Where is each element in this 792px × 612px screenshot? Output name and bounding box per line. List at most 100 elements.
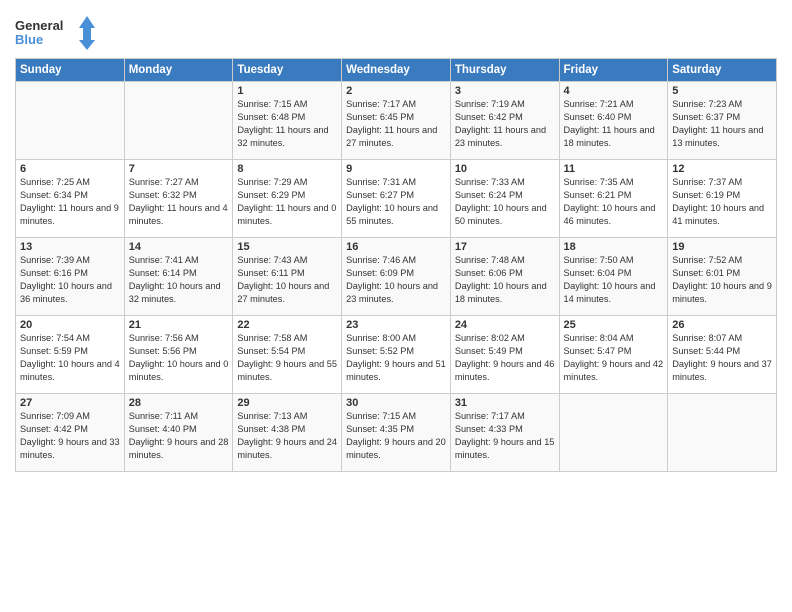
day-number: 20 [20,319,120,331]
header-cell-thursday: Thursday [450,59,559,82]
day-info: Sunrise: 7:52 AM Sunset: 6:01 PM Dayligh… [672,254,772,306]
day-number: 11 [564,163,664,175]
day-cell: 14Sunrise: 7:41 AM Sunset: 6:14 PM Dayli… [124,238,233,316]
day-number: 12 [672,163,772,175]
day-cell: 13Sunrise: 7:39 AM Sunset: 6:16 PM Dayli… [16,238,125,316]
day-number: 8 [237,163,337,175]
day-cell [16,82,125,160]
day-number: 16 [346,241,446,253]
header: General Blue [15,10,777,52]
day-info: Sunrise: 7:09 AM Sunset: 4:42 PM Dayligh… [20,410,120,462]
day-info: Sunrise: 7:41 AM Sunset: 6:14 PM Dayligh… [129,254,229,306]
day-info: Sunrise: 7:58 AM Sunset: 5:54 PM Dayligh… [237,332,337,384]
day-cell: 22Sunrise: 7:58 AM Sunset: 5:54 PM Dayli… [233,316,342,394]
day-number: 10 [455,163,555,175]
logo: General Blue [15,14,95,52]
day-info: Sunrise: 7:17 AM Sunset: 6:45 PM Dayligh… [346,98,446,150]
day-cell: 16Sunrise: 7:46 AM Sunset: 6:09 PM Dayli… [342,238,451,316]
day-number: 14 [129,241,229,253]
day-number: 9 [346,163,446,175]
day-cell: 15Sunrise: 7:43 AM Sunset: 6:11 PM Dayli… [233,238,342,316]
day-cell: 7Sunrise: 7:27 AM Sunset: 6:32 PM Daylig… [124,160,233,238]
day-number: 6 [20,163,120,175]
day-number: 1 [237,85,337,97]
day-number: 27 [20,397,120,409]
day-cell [124,82,233,160]
day-cell: 31Sunrise: 7:17 AM Sunset: 4:33 PM Dayli… [450,394,559,472]
day-info: Sunrise: 7:15 AM Sunset: 6:48 PM Dayligh… [237,98,337,150]
day-number: 31 [455,397,555,409]
header-cell-tuesday: Tuesday [233,59,342,82]
day-number: 30 [346,397,446,409]
day-cell: 28Sunrise: 7:11 AM Sunset: 4:40 PM Dayli… [124,394,233,472]
header-cell-sunday: Sunday [16,59,125,82]
day-number: 23 [346,319,446,331]
day-info: Sunrise: 7:29 AM Sunset: 6:29 PM Dayligh… [237,176,337,228]
header-cell-wednesday: Wednesday [342,59,451,82]
day-info: Sunrise: 7:56 AM Sunset: 5:56 PM Dayligh… [129,332,229,384]
day-info: Sunrise: 7:25 AM Sunset: 6:34 PM Dayligh… [20,176,120,228]
day-info: Sunrise: 7:19 AM Sunset: 6:42 PM Dayligh… [455,98,555,150]
day-number: 28 [129,397,229,409]
day-number: 7 [129,163,229,175]
day-number: 21 [129,319,229,331]
day-info: Sunrise: 7:39 AM Sunset: 6:16 PM Dayligh… [20,254,120,306]
day-info: Sunrise: 7:37 AM Sunset: 6:19 PM Dayligh… [672,176,772,228]
week-row-2: 6Sunrise: 7:25 AM Sunset: 6:34 PM Daylig… [16,160,777,238]
header-cell-monday: Monday [124,59,233,82]
day-info: Sunrise: 7:33 AM Sunset: 6:24 PM Dayligh… [455,176,555,228]
day-cell: 29Sunrise: 7:13 AM Sunset: 4:38 PM Dayli… [233,394,342,472]
calendar-table: SundayMondayTuesdayWednesdayThursdayFrid… [15,58,777,472]
day-cell: 12Sunrise: 7:37 AM Sunset: 6:19 PM Dayli… [668,160,777,238]
page: General Blue SundayMondayTuesdayWednesda… [0,0,792,612]
day-cell: 9Sunrise: 7:31 AM Sunset: 6:27 PM Daylig… [342,160,451,238]
day-number: 3 [455,85,555,97]
day-number: 2 [346,85,446,97]
day-number: 26 [672,319,772,331]
day-cell: 30Sunrise: 7:15 AM Sunset: 4:35 PM Dayli… [342,394,451,472]
day-cell [668,394,777,472]
day-info: Sunrise: 7:13 AM Sunset: 4:38 PM Dayligh… [237,410,337,462]
svg-text:General: General [15,18,63,33]
day-info: Sunrise: 7:50 AM Sunset: 6:04 PM Dayligh… [564,254,664,306]
week-row-3: 13Sunrise: 7:39 AM Sunset: 6:16 PM Dayli… [16,238,777,316]
day-number: 29 [237,397,337,409]
svg-text:Blue: Blue [15,32,43,47]
day-info: Sunrise: 7:35 AM Sunset: 6:21 PM Dayligh… [564,176,664,228]
day-info: Sunrise: 7:27 AM Sunset: 6:32 PM Dayligh… [129,176,229,228]
day-info: Sunrise: 7:11 AM Sunset: 4:40 PM Dayligh… [129,410,229,462]
day-cell: 5Sunrise: 7:23 AM Sunset: 6:37 PM Daylig… [668,82,777,160]
day-cell: 26Sunrise: 8:07 AM Sunset: 5:44 PM Dayli… [668,316,777,394]
day-number: 25 [564,319,664,331]
day-info: Sunrise: 8:02 AM Sunset: 5:49 PM Dayligh… [455,332,555,384]
day-cell: 27Sunrise: 7:09 AM Sunset: 4:42 PM Dayli… [16,394,125,472]
day-number: 22 [237,319,337,331]
day-info: Sunrise: 8:04 AM Sunset: 5:47 PM Dayligh… [564,332,664,384]
day-cell: 20Sunrise: 7:54 AM Sunset: 5:59 PM Dayli… [16,316,125,394]
day-cell: 8Sunrise: 7:29 AM Sunset: 6:29 PM Daylig… [233,160,342,238]
day-cell: 11Sunrise: 7:35 AM Sunset: 6:21 PM Dayli… [559,160,668,238]
day-info: Sunrise: 7:43 AM Sunset: 6:11 PM Dayligh… [237,254,337,306]
day-number: 5 [672,85,772,97]
day-number: 18 [564,241,664,253]
day-cell: 3Sunrise: 7:19 AM Sunset: 6:42 PM Daylig… [450,82,559,160]
day-info: Sunrise: 7:48 AM Sunset: 6:06 PM Dayligh… [455,254,555,306]
day-number: 24 [455,319,555,331]
day-info: Sunrise: 7:15 AM Sunset: 4:35 PM Dayligh… [346,410,446,462]
day-cell: 17Sunrise: 7:48 AM Sunset: 6:06 PM Dayli… [450,238,559,316]
day-cell: 2Sunrise: 7:17 AM Sunset: 6:45 PM Daylig… [342,82,451,160]
day-cell: 10Sunrise: 7:33 AM Sunset: 6:24 PM Dayli… [450,160,559,238]
day-cell: 21Sunrise: 7:56 AM Sunset: 5:56 PM Dayli… [124,316,233,394]
day-info: Sunrise: 7:21 AM Sunset: 6:40 PM Dayligh… [564,98,664,150]
day-info: Sunrise: 7:54 AM Sunset: 5:59 PM Dayligh… [20,332,120,384]
week-row-1: 1Sunrise: 7:15 AM Sunset: 6:48 PM Daylig… [16,82,777,160]
day-info: Sunrise: 7:23 AM Sunset: 6:37 PM Dayligh… [672,98,772,150]
day-number: 15 [237,241,337,253]
day-info: Sunrise: 7:17 AM Sunset: 4:33 PM Dayligh… [455,410,555,462]
header-cell-friday: Friday [559,59,668,82]
day-cell: 24Sunrise: 8:02 AM Sunset: 5:49 PM Dayli… [450,316,559,394]
day-number: 13 [20,241,120,253]
day-number: 19 [672,241,772,253]
day-number: 4 [564,85,664,97]
day-cell: 6Sunrise: 7:25 AM Sunset: 6:34 PM Daylig… [16,160,125,238]
